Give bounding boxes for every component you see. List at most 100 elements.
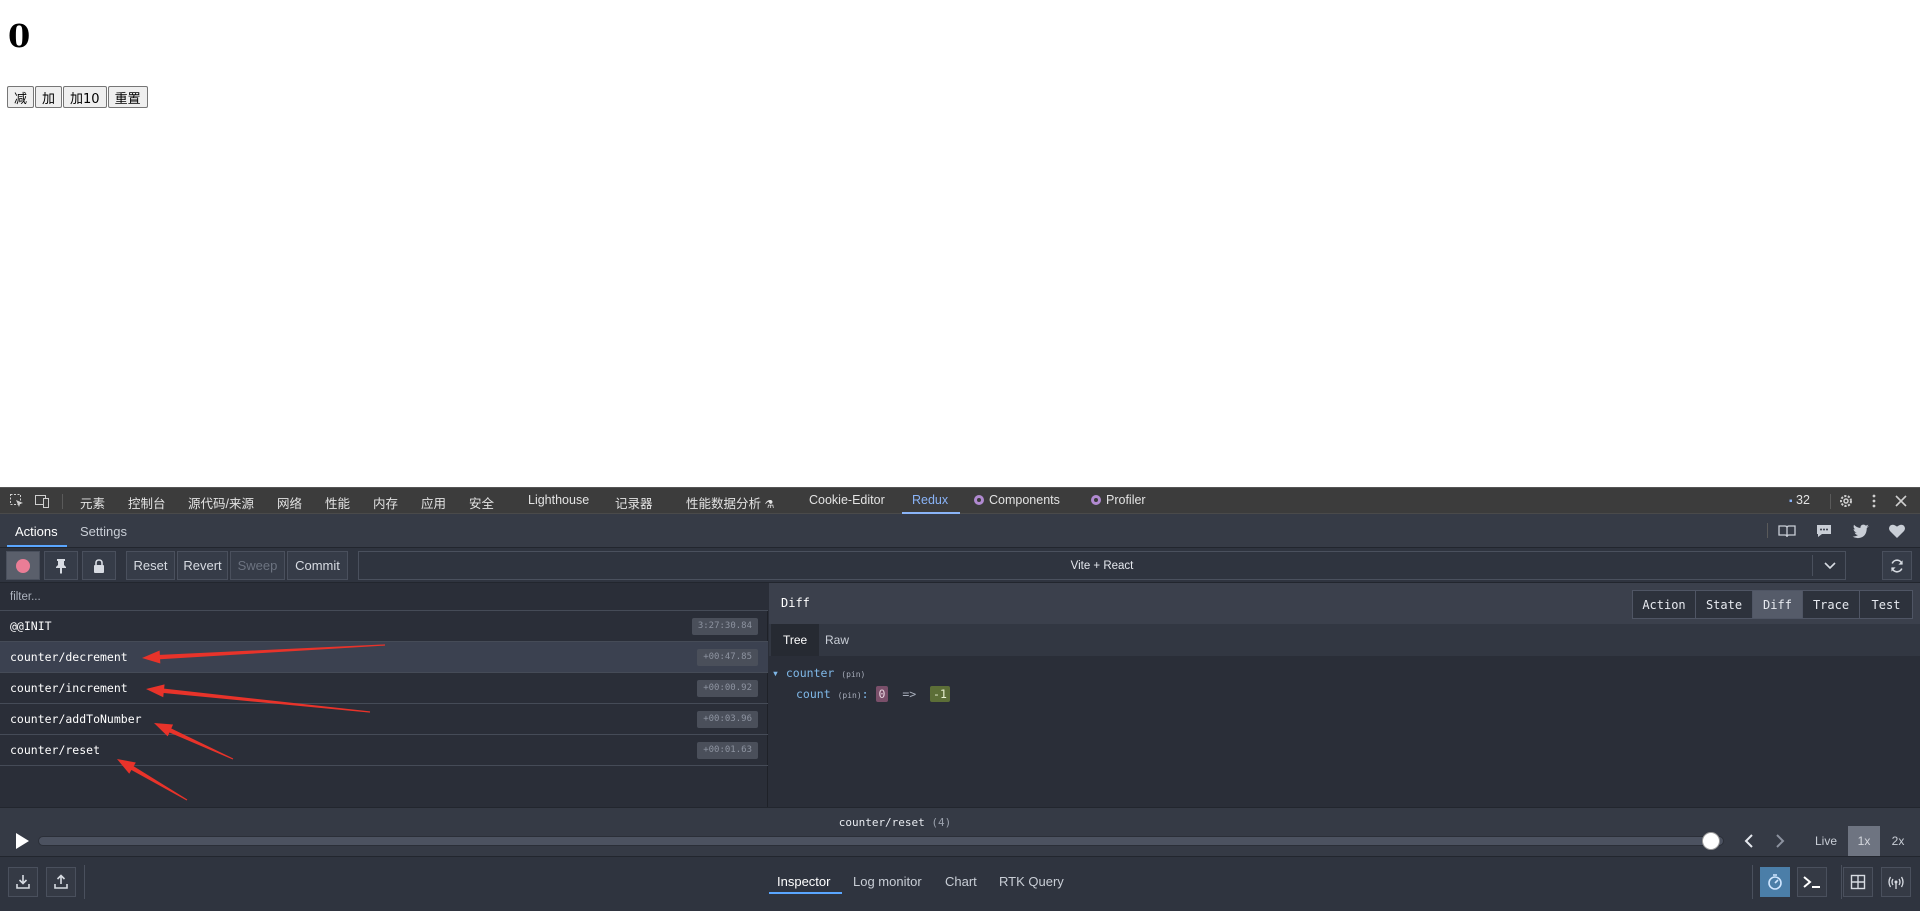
tab-log-monitor[interactable]: Log monitor [853,874,922,889]
action-time: 3:27:30.84 [691,618,758,635]
action-name: counter/increment [10,681,128,695]
book-icon[interactable] [1778,523,1796,539]
settings-gear-icon[interactable] [1838,493,1854,509]
reset-button[interactable]: 重置 [107,86,148,108]
tab-application[interactable]: 应用 [421,493,446,512]
tab-components-label: Components [989,493,1060,507]
speed-1x-button[interactable]: 1x [1848,826,1880,856]
twitter-icon[interactable] [1852,523,1870,539]
action-row[interactable]: counter/decrement +00:47.85 [0,642,768,673]
pin-label: (pin) [837,691,862,700]
old-value: 0 [875,686,889,702]
previous-icon[interactable] [1743,833,1755,849]
tab-memory[interactable]: 内存 [373,493,398,512]
tab-trace[interactable]: Trace [1802,590,1860,619]
tab-action[interactable]: Action [1632,590,1696,619]
filter-input[interactable] [0,583,768,610]
issues-badge[interactable]: ▪ 32 [1789,493,1810,507]
add-ten-button[interactable]: 加10 [63,86,107,108]
record-icon [16,558,30,573]
slider-track[interactable] [38,836,1724,846]
tab-rtk-query[interactable]: RTK Query [999,874,1064,889]
play-icon[interactable] [14,832,30,850]
sync-icon [1891,558,1903,573]
issues-count: 32 [1796,493,1810,507]
tab-components[interactable]: Components [974,493,1060,507]
revert-button[interactable]: Revert [177,551,228,580]
chevron-down-icon [1824,562,1836,570]
speed-2x-button[interactable]: 2x [1882,826,1914,856]
new-value: -1 [930,686,950,702]
broadcast-icon [1888,876,1904,889]
next-icon[interactable] [1774,833,1786,849]
tab-security[interactable]: 安全 [469,493,494,512]
tab-tree[interactable]: Tree [771,624,820,656]
more-options-icon[interactable] [1866,493,1882,509]
tab-profiler[interactable]: Profiler [1091,493,1146,507]
current-action-label: counter/reset [838,816,925,829]
inspect-element-icon[interactable] [9,493,25,509]
tab-elements[interactable]: 元素 [80,493,105,512]
sweep-button[interactable]: Sweep [230,551,285,580]
increment-button[interactable]: 加 [35,86,63,108]
reset-action-button[interactable]: Reset [126,551,175,580]
remote-button[interactable] [1881,867,1911,897]
tab-cookie-editor[interactable]: Cookie-Editor [809,493,885,507]
tab-sources[interactable]: 源代码/来源 [188,493,254,512]
action-row[interactable]: counter/addToNumber +00:03.96 [0,704,768,735]
tab-console[interactable]: 控制台 [128,493,166,512]
tab-lighthouse[interactable]: Lighthouse [528,493,589,507]
tab-raw[interactable]: Raw [813,624,861,656]
action-name: @@INIT [10,619,52,633]
import-button[interactable] [8,867,38,897]
heart-icon[interactable] [1888,523,1906,539]
tab-diff[interactable]: Diff [1752,590,1803,619]
active-tab-indicator [7,545,67,547]
tab-settings[interactable]: Settings [80,524,127,539]
tree-colon: : [861,687,869,701]
expand-arrow-icon: ▾ [772,666,779,680]
commit-button[interactable]: Commit [287,551,348,580]
redux-toolbar: Reset Revert Sweep Commit Vite + React [0,548,1920,583]
record-button[interactable] [6,551,40,580]
tab-recorder[interactable]: 记录器 [615,493,653,512]
action-time: +00:01.63 [697,742,758,759]
timer-icon [1768,874,1782,890]
terminal-icon [1803,876,1820,888]
terminal-button[interactable] [1797,867,1827,897]
tab-performance-insights-label: 性能数据分析 [686,497,762,511]
chat-icon[interactable] [1815,523,1833,539]
lock-button[interactable] [82,551,116,580]
action-row[interactable]: @@INIT 3:27:30.84 [0,611,768,642]
tab-chart[interactable]: Chart [945,874,977,889]
slider-thumb[interactable] [1702,832,1720,850]
instance-selector[interactable]: Vite + React [358,551,1846,580]
page-area: 0 减 加 加10 重置 [0,0,1920,487]
tab-inspector[interactable]: Inspector [777,874,830,889]
tree-node-count: count (pin): 0 => -1 [796,686,950,702]
tree-node-counter[interactable]: ▾ counter (pin) [772,666,865,680]
action-row[interactable]: counter/reset +00:01.63 [0,735,768,766]
pin-icon [56,558,66,574]
sync-button[interactable] [1882,551,1912,580]
layout-button[interactable] [1843,867,1873,897]
action-name: counter/addToNumber [10,712,142,726]
action-name: counter/decrement [10,650,128,664]
live-button[interactable]: Live [1810,826,1842,856]
tab-profiler-label: Profiler [1106,493,1146,507]
device-toolbar-icon[interactable] [34,493,50,509]
flask-icon: ⚗ [764,499,775,511]
tab-actions[interactable]: Actions [15,524,58,539]
close-devtools-icon[interactable] [1893,493,1909,509]
action-row[interactable]: counter/increment +00:00.92 [0,673,768,704]
tab-network[interactable]: 网络 [277,493,302,512]
tab-redux[interactable]: Redux [912,493,948,507]
pin-button[interactable] [44,551,78,580]
decrement-button[interactable]: 减 [7,86,35,108]
tab-test[interactable]: Test [1859,590,1913,619]
tab-state[interactable]: State [1695,590,1753,619]
tab-performance[interactable]: 性能 [325,493,350,512]
dispatcher-toggle-button[interactable] [1760,867,1790,897]
export-button[interactable] [46,867,76,897]
tab-performance-insights[interactable]: 性能数据分析 ⚗ [686,493,774,512]
